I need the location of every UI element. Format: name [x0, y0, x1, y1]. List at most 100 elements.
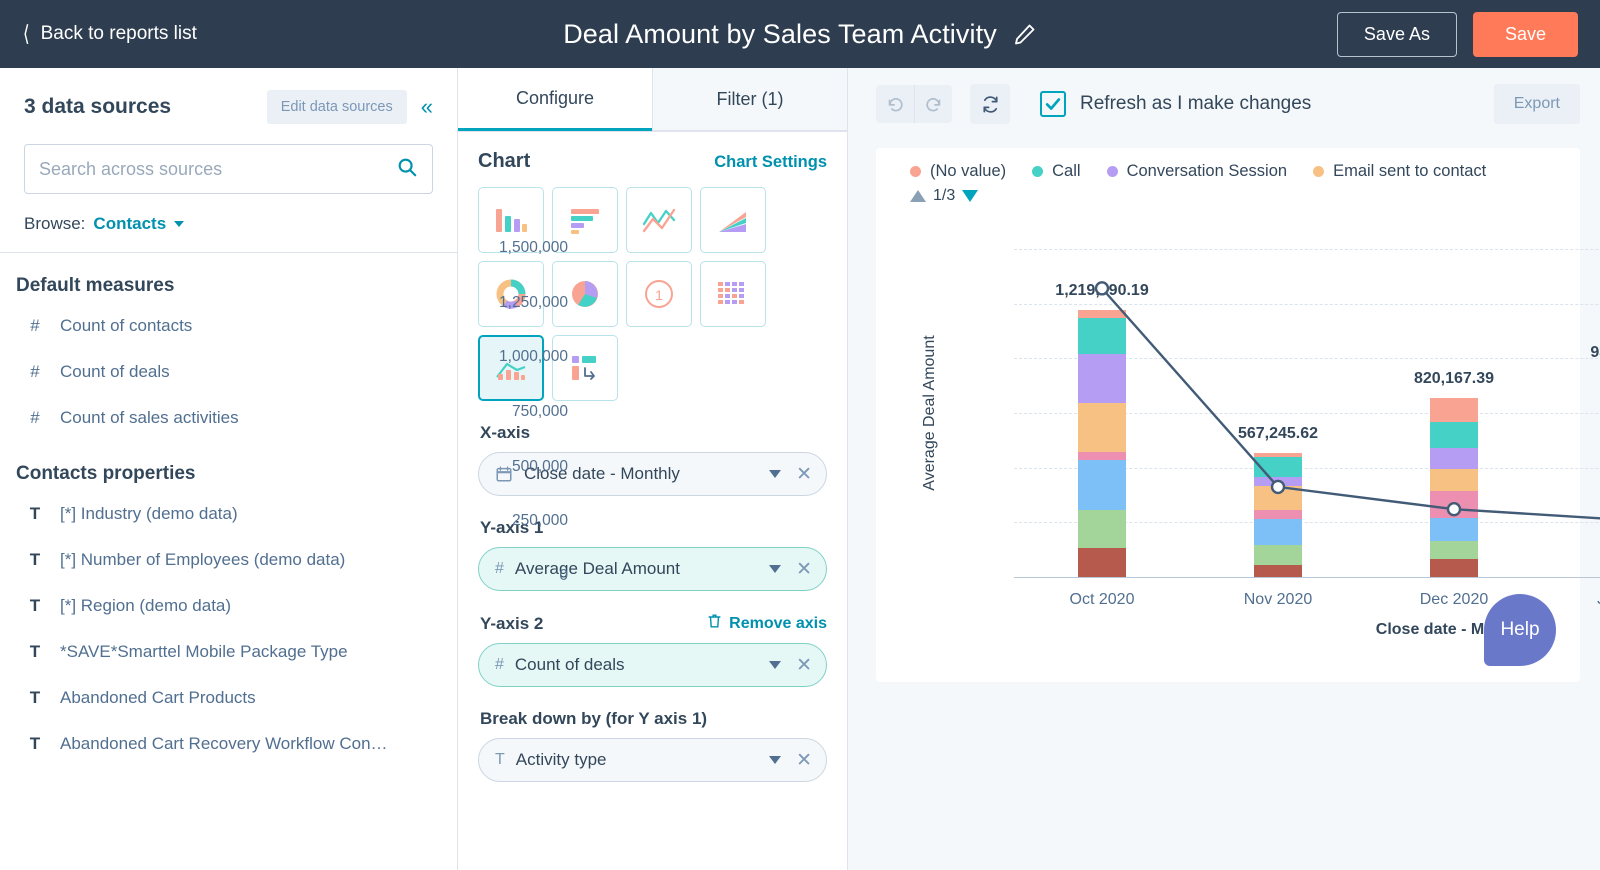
- y-axis-tick: 250,000: [511, 512, 568, 530]
- legend-item[interactable]: Conversation Session: [1106, 162, 1287, 181]
- undo-icon[interactable]: [876, 85, 914, 123]
- legend-page-indicator: 1/3: [933, 187, 956, 204]
- chart-type-table-heatmap[interactable]: [700, 261, 766, 327]
- chart-bar[interactable]: [1254, 453, 1302, 577]
- y-axis-2-token[interactable]: # Count of deals ✕: [478, 643, 827, 687]
- browse-row: Browse: Contacts: [24, 214, 433, 234]
- list-item[interactable]: T Abandoned Cart Products: [0, 675, 457, 721]
- clear-icon[interactable]: ✕: [796, 751, 812, 770]
- legend-item[interactable]: Call: [1032, 162, 1081, 181]
- chevron-down-icon[interactable]: [769, 470, 782, 478]
- chart-bar-segment[interactable]: [1430, 468, 1478, 492]
- refresh-icon[interactable]: [970, 84, 1010, 124]
- export-button[interactable]: Export: [1493, 84, 1580, 124]
- chart-bar-segment[interactable]: [1078, 310, 1126, 318]
- list-item-label: [*] Number of Employees (demo data): [60, 550, 346, 569]
- triangle-up-icon[interactable]: [910, 190, 926, 202]
- breakdown-token[interactable]: T Activity type ✕: [478, 738, 827, 782]
- remove-axis-label: Remove axis: [729, 614, 827, 632]
- chart-bar-segment[interactable]: [1254, 564, 1302, 577]
- bar-value-label: 938,116.83: [1590, 343, 1600, 361]
- chart-settings-link[interactable]: Chart Settings: [714, 153, 827, 172]
- chevron-down-icon[interactable]: [769, 661, 782, 669]
- tab-configure[interactable]: Configure: [458, 68, 652, 131]
- list-item[interactable]: T [*] Industry (demo data): [0, 491, 457, 537]
- chart-type-line[interactable]: [626, 187, 692, 253]
- chart-bar-segment[interactable]: [1254, 477, 1302, 486]
- help-button[interactable]: Help: [1484, 594, 1556, 666]
- clear-icon[interactable]: ✕: [796, 560, 812, 579]
- text-icon: T: [29, 688, 41, 707]
- chart-bar-segment[interactable]: [1254, 457, 1302, 478]
- chart-legend: (No value) Call Conversation Session Ema…: [894, 162, 1562, 181]
- chart-bar-segment[interactable]: [1430, 559, 1478, 577]
- list-item[interactable]: T [*] Region (demo data): [0, 583, 457, 629]
- chart-bar-segment[interactable]: [1430, 517, 1478, 541]
- chart-bar-segment[interactable]: [1430, 448, 1478, 469]
- chart-bar-segment[interactable]: [1078, 459, 1126, 511]
- chart-bar-segment[interactable]: [1078, 510, 1126, 548]
- chart-bar-segment[interactable]: [1430, 421, 1478, 449]
- calendar-icon: [495, 465, 513, 483]
- list-item-label: Count of deals: [60, 362, 170, 381]
- chart-bar-segment[interactable]: [1078, 317, 1126, 354]
- chart-bar-segment[interactable]: [1430, 491, 1478, 518]
- tab-filter[interactable]: Filter (1): [652, 68, 847, 131]
- chart-type-pivot-table[interactable]: [552, 335, 618, 401]
- chart-type-area[interactable]: [700, 187, 766, 253]
- panel-tabs: Configure Filter (1): [458, 68, 847, 132]
- search-input[interactable]: [39, 158, 396, 180]
- legend-pager: 1/3: [894, 187, 1562, 205]
- chart-bar-segment[interactable]: [1078, 547, 1126, 577]
- properties-list[interactable]: Default measures # Count of contacts # C…: [0, 253, 457, 870]
- list-item[interactable]: T *SAVE*Smarttel Mobile Package Type: [0, 629, 457, 675]
- list-item-label: Abandoned Cart Recovery Workflow Con…: [60, 734, 388, 753]
- legend-item[interactable]: Email sent to contact: [1313, 162, 1486, 181]
- clear-icon[interactable]: ✕: [796, 465, 812, 484]
- chart-bar-segment[interactable]: [1430, 397, 1478, 422]
- redo-icon[interactable]: [914, 85, 952, 123]
- chevron-down-icon[interactable]: [174, 221, 185, 227]
- back-to-reports-list-link[interactable]: ⟨ Back to reports list: [22, 23, 197, 45]
- refresh-as-i-make-changes-checkbox[interactable]: Refresh as I make changes: [1040, 91, 1311, 117]
- chart-bar-segment[interactable]: [1254, 509, 1302, 520]
- chart-bar[interactable]: [1430, 397, 1478, 577]
- list-item[interactable]: T [*] Number of Employees (demo data): [0, 537, 457, 583]
- chart-bar-segment[interactable]: [1254, 519, 1302, 546]
- save-as-button[interactable]: Save As: [1336, 11, 1457, 57]
- list-item[interactable]: # Count of sales activities: [0, 395, 457, 441]
- search-across-sources[interactable]: [24, 144, 433, 194]
- edit-pencil-icon[interactable]: [1013, 22, 1037, 46]
- y-axis-1-value: Average Deal Amount: [514, 559, 680, 578]
- text-icon: T: [29, 596, 41, 615]
- collapse-panel-icon[interactable]: «: [421, 96, 433, 118]
- gridline: [1014, 303, 1600, 305]
- browse-value[interactable]: Contacts: [93, 214, 166, 234]
- chart-bar-segment[interactable]: [1254, 545, 1302, 565]
- save-button[interactable]: Save: [1472, 11, 1578, 57]
- triangle-down-icon[interactable]: [962, 190, 979, 202]
- chevron-down-icon[interactable]: [769, 756, 782, 764]
- chevron-down-icon[interactable]: [769, 565, 782, 573]
- y-axis-1-token[interactable]: # Average Deal Amount ✕: [478, 547, 827, 591]
- chart-bar-segment[interactable]: [1078, 452, 1126, 460]
- list-item[interactable]: T Abandoned Cart Recovery Workflow Con…: [0, 721, 457, 767]
- legend-item[interactable]: (No value): [910, 162, 1006, 181]
- remove-axis-button[interactable]: Remove axis: [707, 613, 827, 634]
- chart-bar-segment[interactable]: [1078, 402, 1126, 453]
- chevron-left-icon: ⟨: [22, 21, 30, 46]
- edit-data-sources-button[interactable]: Edit data sources: [266, 90, 407, 124]
- chart-type-combo-bar-line[interactable]: [478, 335, 544, 401]
- chart-bar[interactable]: [1078, 310, 1126, 577]
- chart-type-summary-number[interactable]: 1: [626, 261, 692, 327]
- svg-text:1: 1: [655, 287, 663, 303]
- clear-icon[interactable]: ✕: [796, 656, 812, 675]
- chart-bar-segment[interactable]: [1254, 485, 1302, 510]
- list-item[interactable]: # Count of deals: [0, 349, 457, 395]
- list-item[interactable]: # Count of contacts: [0, 303, 457, 349]
- search-icon[interactable]: [396, 156, 418, 183]
- checkbox-box[interactable]: [1040, 91, 1066, 117]
- undo-redo-group: [876, 85, 952, 123]
- chart-bar-segment[interactable]: [1078, 353, 1126, 403]
- chart-bar-segment[interactable]: [1430, 540, 1478, 560]
